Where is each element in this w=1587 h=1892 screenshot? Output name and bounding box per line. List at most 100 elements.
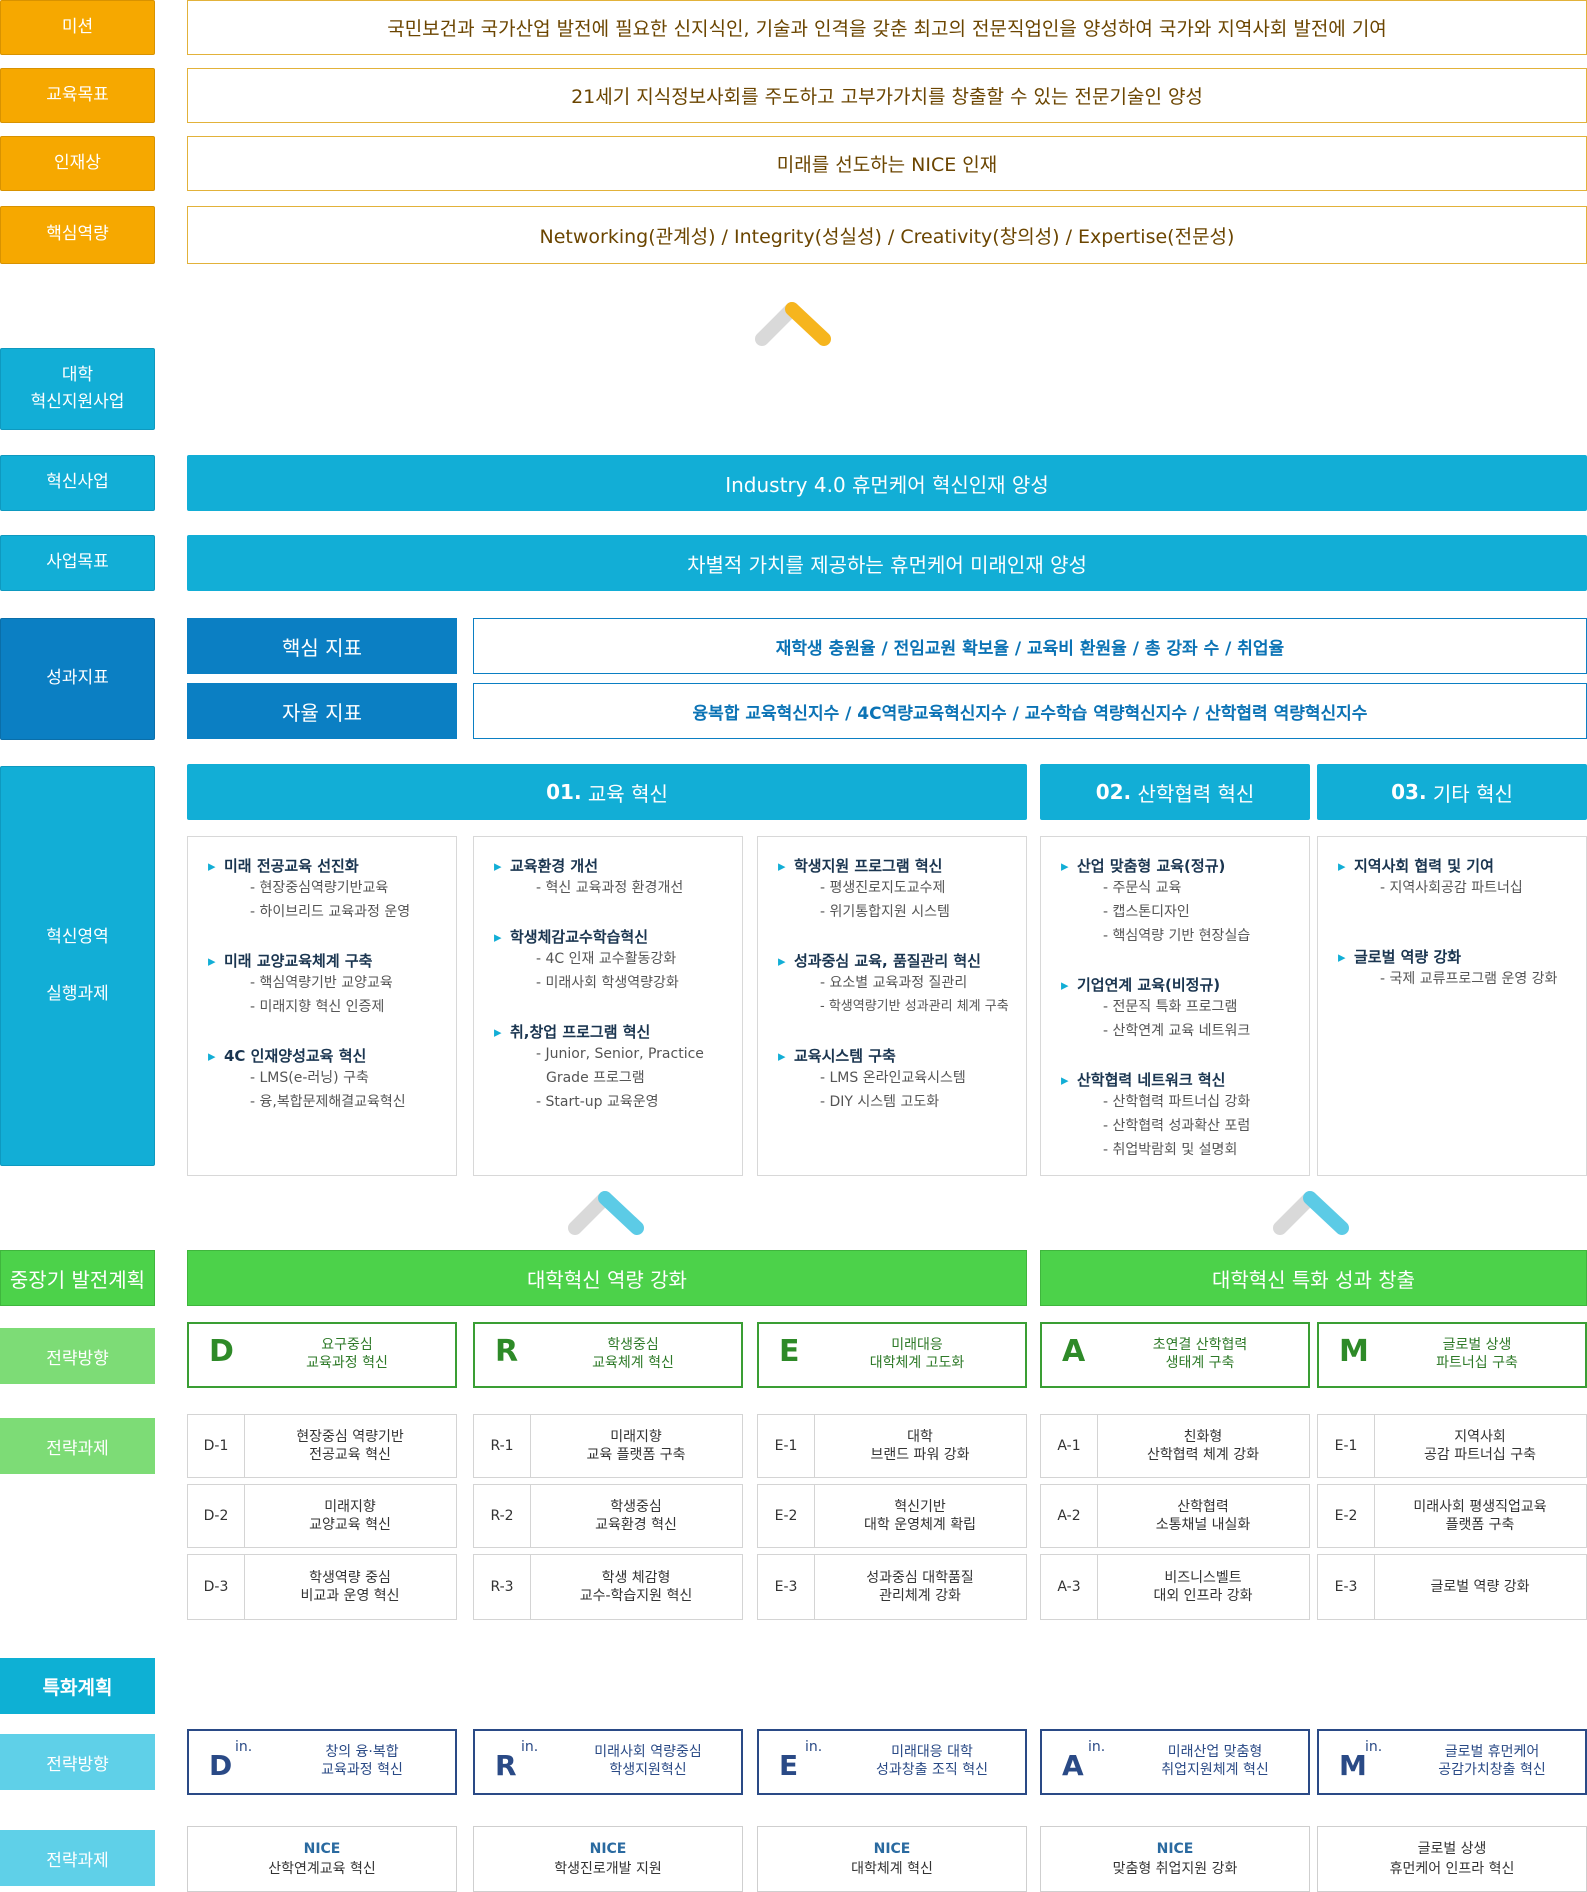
talent-text: 미래를 선도하는 NICE 인재	[187, 136, 1587, 191]
task-code: D-3	[188, 1555, 245, 1619]
special-task-text: 학생진로개발 지원	[554, 1861, 662, 1877]
task-code: D-2	[188, 1485, 245, 1547]
nice-tag: NICE	[303, 1841, 341, 1857]
chevron-up-icon	[1273, 1191, 1349, 1235]
special-direction-E: Ein. 미래대응 대학 성과창출 조직 혁신	[757, 1729, 1027, 1795]
panel-item: - 미래지향 혁신 인증제	[250, 999, 385, 1015]
area-name: 기타 혁신	[1432, 781, 1513, 806]
direction-D: D 요구중심 교육과정 혁신	[187, 1322, 457, 1388]
direction-A: A 초연결 산학협력 생태계 구축	[1040, 1322, 1310, 1388]
special-task-3: NICE 대학체계 혁신	[757, 1826, 1027, 1892]
panel-item: - Start-up 교육운영	[536, 1094, 659, 1110]
project-label: 혁신사업	[0, 455, 155, 511]
direction-text: 요구중심 교육과정 혁신	[306, 1337, 388, 1371]
check-icon: ▸	[1338, 948, 1346, 966]
special-direction-R: Rin. 미래사회 역량중심 학생지원혁신	[473, 1729, 743, 1795]
direction-text: 미래대응 대학체계 고도화	[869, 1337, 965, 1371]
check-icon: ▸	[1338, 857, 1346, 875]
panel-heading: ▸ 학생체감교수학습혁신	[494, 928, 649, 946]
area-name: 산학협력 혁신	[1137, 781, 1255, 806]
special-direction-label: 전략방향	[0, 1734, 155, 1790]
check-icon: ▸	[494, 857, 502, 875]
mission-text: 국민보건과 국가산업 발전에 필요한 신지식인, 기술과 인격을 갖춘 최고의 …	[187, 0, 1587, 55]
panel-heading: ▸ 미래 교양교육체계 구축	[208, 952, 373, 970]
panel-item: - 하이브리드 교육과정 운영	[250, 904, 411, 920]
business-goal-label: 사업목표	[0, 535, 155, 591]
task-panel-1: ▸ 미래 전공교육 선진화 - 현장중심역량기반교육 - 하이브리드 교육과정 운…	[187, 836, 457, 1176]
task-text: 미래지향 교양교육 혁신	[309, 1499, 391, 1533]
direction-letter: M	[1339, 1749, 1367, 1782]
task-code: R-2	[474, 1485, 531, 1547]
task-D-2: D-2 미래지향 교양교육 혁신	[187, 1484, 457, 1548]
task-code: E-3	[1318, 1555, 1375, 1619]
task-M-1: E-1 지역사회 공감 파트너십 구축	[1317, 1414, 1587, 1478]
panel-item: - 4C 인재 교수활동강화	[536, 951, 677, 967]
core-competency-label: 핵심역량	[0, 206, 155, 264]
special-direction-M: Min. 글로벌 휴먼케어 공감가치창출 혁신	[1317, 1729, 1587, 1795]
panel-heading: ▸ 지역사회 협력 및 기여	[1338, 857, 1494, 875]
direction-R: R 학생중심 교육체계 혁신	[473, 1322, 743, 1388]
special-task-text: 대학체계 혁신	[851, 1861, 933, 1877]
direction-text: 미래대응 대학 성과창출 조직 혁신	[876, 1744, 988, 1778]
midterm-bar-2: 대학혁신 특화 성과 창출	[1040, 1250, 1587, 1306]
panel-item: - 산학협력 성과확산 포럼	[1103, 1118, 1251, 1134]
chevron-up-icon	[755, 302, 831, 346]
mission-label: 미션	[0, 0, 155, 55]
task-code: R-1	[474, 1415, 531, 1477]
special-label: 특화계획	[0, 1658, 155, 1714]
task-code: E-2	[1318, 1485, 1375, 1547]
panel-item: - 미래사회 학생역량강화	[536, 975, 679, 991]
task-code: A-1	[1041, 1415, 1098, 1477]
task-E-2: E-2 혁신기반 대학 운영체계 확립	[757, 1484, 1027, 1548]
check-icon: ▸	[1061, 857, 1069, 875]
task-text: 글로벌 역량 강화	[1430, 1579, 1530, 1595]
area-label-line1: 혁신영역	[46, 926, 109, 947]
midterm-task-label: 전략과제	[0, 1418, 155, 1474]
direction-sup: in.	[235, 1739, 253, 1755]
direction-letter: R	[495, 1749, 517, 1782]
direction-E: E 미래대응 대학체계 고도화	[757, 1322, 1027, 1388]
task-text: 혁신기반 대학 운영체계 확립	[864, 1499, 976, 1533]
special-task-4: NICE 맞춤형 취업지원 강화	[1040, 1826, 1310, 1892]
panel-heading: ▸ 산학협력 네트워크 혁신	[1061, 1071, 1226, 1089]
direction-text: 창의 융·복합 교육과정 혁신	[321, 1744, 403, 1778]
check-icon: ▸	[778, 1047, 786, 1065]
special-task-text: 글로벌 상생 휴먼케어 인프라 혁신	[1389, 1841, 1515, 1877]
task-panel-4: ▸ 산업 맞춤형 교육(정규) - 주문식 교육 - 캡스톤디자인 - 핵심역량 …	[1040, 836, 1310, 1176]
special-task-1: NICE 산학연계교육 혁신	[187, 1826, 457, 1892]
kpi-auto-text: 융복합 교육혁신지수 / 4C역량교육혁신지수 / 교수학습 역량혁신지수 / …	[473, 683, 1587, 739]
direction-text: 글로벌 휴먼케어 공감가치창출 혁신	[1438, 1744, 1546, 1778]
direction-letter: M	[1339, 1334, 1369, 1369]
direction-text: 글로벌 상생 파트너십 구축	[1436, 1337, 1518, 1371]
special-task-2: NICE 학생진로개발 지원	[473, 1826, 743, 1892]
direction-letter: A	[1062, 1334, 1086, 1369]
panel-item: - 위기통합지원 시스템	[820, 904, 950, 920]
task-text: 지역사회 공감 파트너십 구축	[1424, 1429, 1536, 1463]
task-text: 성과중심 대학품질 관리체계 강화	[866, 1570, 974, 1604]
task-text: 산학협력 소통채널 내실화	[1155, 1499, 1251, 1533]
area-name: 교육 혁신	[587, 781, 668, 806]
task-panel-3: ▸ 학생지원 프로그램 혁신 - 평생진로지도교수제 - 위기통합지원 시스템 ▸…	[757, 836, 1027, 1176]
panel-item: - 산학연계 교육 네트워크	[1103, 1023, 1251, 1039]
task-code: E-2	[758, 1485, 815, 1547]
direction-letter: D	[209, 1749, 233, 1782]
task-text: 현장중심 역량기반 전공교육 혁신	[296, 1429, 404, 1463]
check-icon: ▸	[494, 928, 502, 946]
panel-heading: ▸ 학생지원 프로그램 혁신	[778, 857, 943, 875]
check-icon: ▸	[1061, 976, 1069, 994]
task-code: E-1	[1318, 1415, 1375, 1477]
task-text: 대학 브랜드 파워 강화	[870, 1429, 970, 1463]
task-code: E-1	[758, 1415, 815, 1477]
panel-item: - LMS 온라인교육시스템	[820, 1070, 966, 1086]
panel-heading: ▸ 산업 맞춤형 교육(정규)	[1061, 857, 1226, 875]
task-code: A-2	[1041, 1485, 1098, 1547]
midterm-label: 중장기 발전계획	[0, 1250, 155, 1306]
panel-item: - 평생진로지도교수제	[820, 880, 946, 896]
special-task-text: 맞춤형 취업지원 강화	[1112, 1861, 1238, 1877]
direction-letter: E	[779, 1749, 799, 1782]
check-icon: ▸	[208, 1047, 216, 1065]
special-task-text: 산학연계교육 혁신	[268, 1861, 376, 1877]
direction-text: 초연결 산학협력 생태계 구축	[1152, 1337, 1248, 1371]
panel-heading: ▸ 4C 인재양성교육 혁신	[208, 1047, 367, 1065]
edu-goal-label: 교육목표	[0, 68, 155, 123]
